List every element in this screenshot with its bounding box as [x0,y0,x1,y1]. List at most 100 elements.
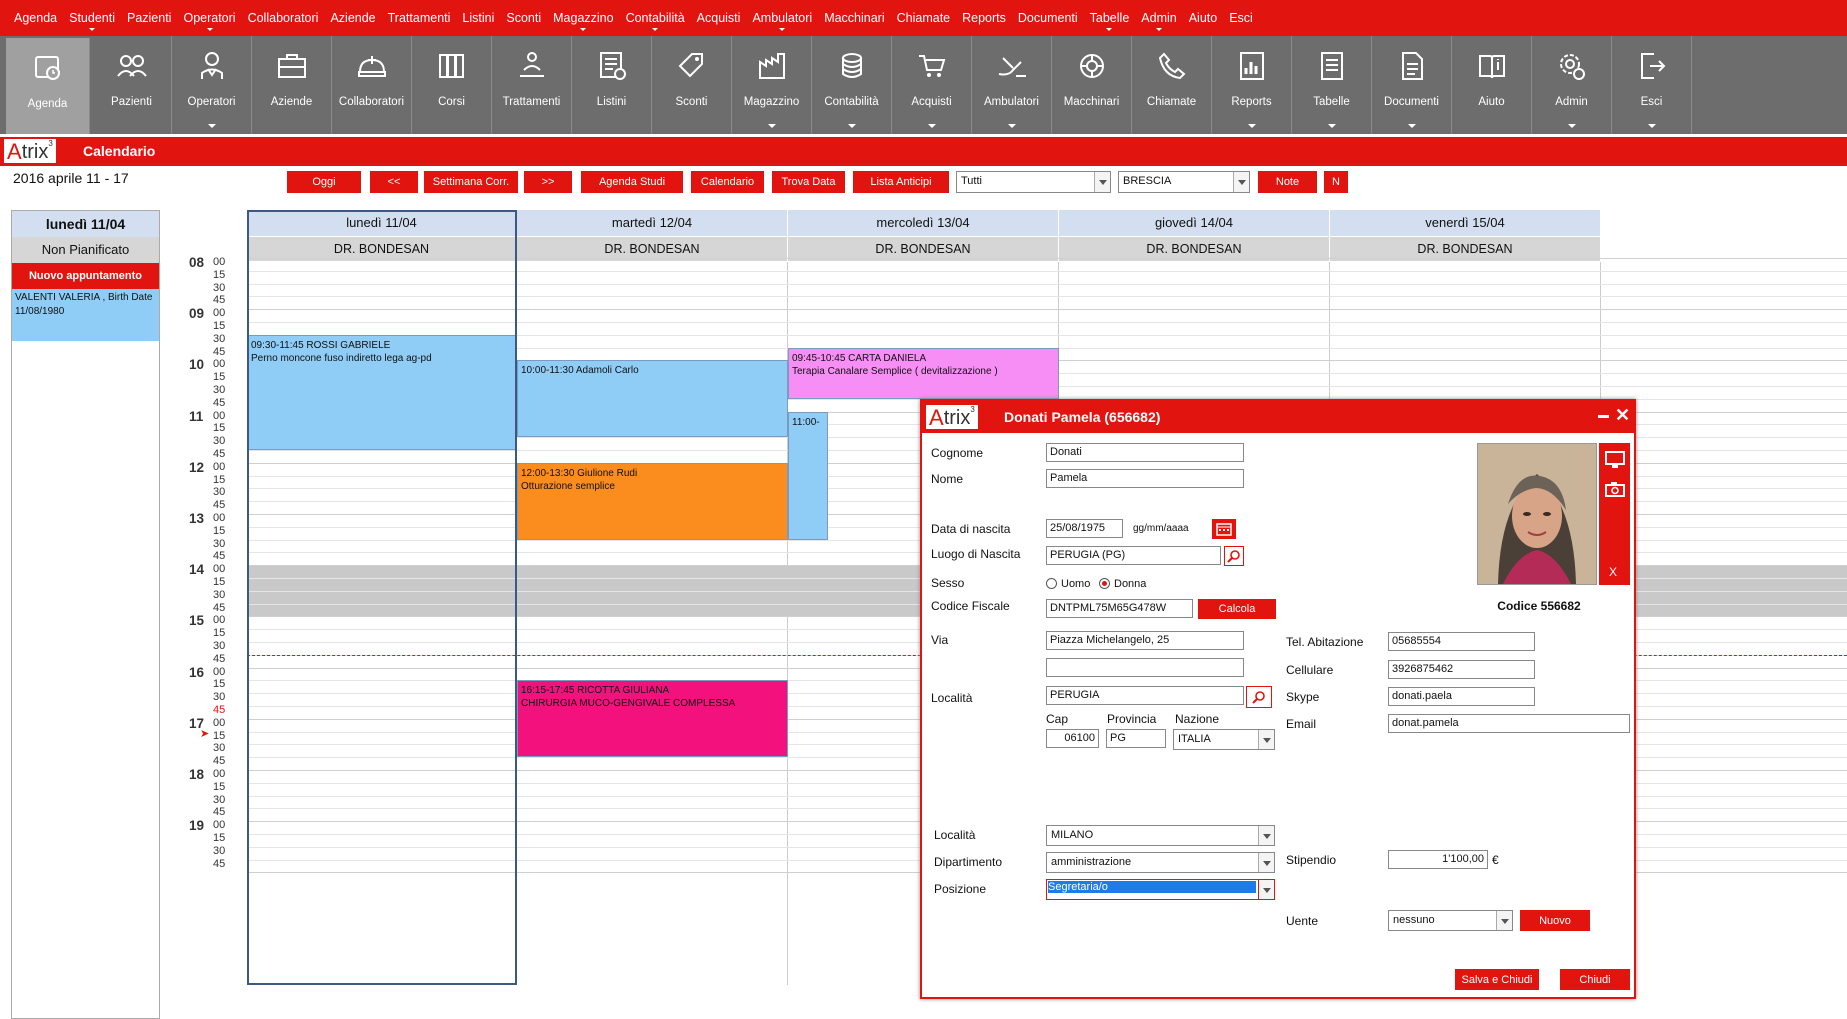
toolbar-sconti-button[interactable]: Sconti [652,36,732,134]
user-select[interactable]: nessuno [1388,910,1513,931]
appointment-block[interactable]: 09:45-10:45 CARTA DANIELA Terapia Canalar… [788,347,1059,399]
menu-item-9[interactable]: Magazzino [553,11,614,31]
toolbar-esci-button[interactable]: Esci [1612,36,1692,134]
notes-button[interactable]: Note [1258,171,1317,193]
menu-item-7[interactable]: Listini [462,11,494,25]
menu-item-6[interactable]: Trattamenti [388,11,451,25]
tax-code-input[interactable]: DNTPML75M65G478W [1046,599,1193,618]
birth-date-input[interactable]: 25/08/1975 [1046,519,1123,538]
mobile-input[interactable]: 3926875462 [1388,660,1535,679]
find-date-button[interactable]: Trova Data [772,171,845,193]
menu-item-5[interactable]: Aziende [330,11,375,25]
nation-select[interactable]: ITALIA [1173,729,1275,750]
camera-icon[interactable] [1605,481,1625,497]
toolbar-aiuto-button[interactable]: Aiuto [1452,36,1532,134]
toolbar-chiamate-button[interactable]: Chiamate [1132,36,1212,134]
agenda-studi-button[interactable]: Agenda Studi [581,171,683,193]
toolbar-pazienti-button[interactable]: Pazienti [92,36,172,134]
chevron-down-icon[interactable] [1233,172,1249,192]
chevron-down-icon[interactable] [1496,911,1512,930]
menu-item-0[interactable]: Agenda [14,11,57,25]
day-header[interactable]: mercoledì 13/04 [788,210,1059,236]
close-button[interactable]: Chiudi [1560,969,1630,990]
menu-item-3[interactable]: Operatori [183,11,236,31]
town-input[interactable]: PERUGIA [1046,686,1244,705]
birth-place-input[interactable]: PERUGIA (PG) [1046,546,1221,565]
minimize-icon[interactable] [1598,415,1609,418]
address-input-2[interactable] [1046,658,1244,677]
day-header[interactable]: venerdì 15/04 [1330,210,1601,236]
address-input-1[interactable]: Piazza Michelangelo, 25 [1046,631,1244,650]
close-icon[interactable]: ✕ [1615,405,1630,425]
unplanned-appointment[interactable]: VALENTI VALERIA , Birth Date 11/08/1980 [12,289,159,341]
sex-female-radio[interactable]: Donna [1099,578,1146,590]
day-header[interactable]: martedì 12/04 [517,210,788,236]
name-input[interactable]: Pamela [1046,469,1244,488]
home-phone-input[interactable]: 05685554 [1388,632,1535,651]
toolbar-collaboratori-button[interactable]: Collaboratori [332,36,412,134]
toolbar-listini-button[interactable]: Listini [572,36,652,134]
appointment-block[interactable]: 16:15-17:45 RICOTTA GIULIANA CHIRURGIA MU… [517,680,788,758]
menu-item-4[interactable]: Collaboratori [248,11,319,25]
toolbar-ambulatori-button[interactable]: Ambulatori [972,36,1052,134]
filter-select[interactable]: Tutti [956,171,1111,193]
menu-item-1[interactable]: Studenti [69,11,115,31]
chevron-down-icon[interactable] [1258,880,1274,899]
chevron-down-icon[interactable] [1258,730,1274,749]
chevron-down-icon[interactable] [1094,172,1110,192]
n-button[interactable]: N [1324,171,1348,193]
new-appointment-button[interactable]: Nuovo appuntamento [12,263,159,289]
today-button[interactable]: Oggi [287,171,361,193]
chevron-down-icon[interactable] [1258,826,1274,845]
prev-week-button[interactable]: << [370,171,418,193]
menu-item-11[interactable]: Acquisti [697,11,741,25]
department-select[interactable]: amministrazione [1046,852,1275,873]
menu-item-12[interactable]: Ambulatori [752,11,812,31]
skype-input[interactable]: donati.paela [1388,687,1535,706]
remove-photo-button[interactable]: X [1609,565,1617,579]
toolbar-operatori-button[interactable]: Operatori [172,36,252,134]
menu-item-17[interactable]: Tabelle [1090,11,1129,31]
calendar-button[interactable]: Calendario [691,171,764,193]
toolbar-documenti-button[interactable]: Documenti [1372,36,1452,134]
toolbar-reports-button[interactable]: Reports [1212,36,1292,134]
calendar-picker-button[interactable] [1212,519,1236,539]
menu-item-14[interactable]: Chiamate [897,11,951,25]
location-select[interactable]: BRESCIA [1118,171,1250,193]
appointment-block[interactable]: 10:00-11:30 Adamoli Carlo [517,360,788,438]
sex-male-radio[interactable]: Uomo [1046,578,1090,590]
current-week-button[interactable]: Settimana Corr. [424,171,518,193]
toolbar-contabilit-button[interactable]: Contabilità [812,36,892,134]
town-search-button[interactable] [1246,686,1272,708]
toolbar-trattamenti-button[interactable]: Trattamenti [492,36,572,134]
menu-item-16[interactable]: Documenti [1018,11,1078,25]
menu-item-20[interactable]: Esci [1229,11,1253,25]
toolbar-admin-button[interactable]: Admin [1532,36,1612,134]
advance-list-button[interactable]: Lista Anticipi [853,171,949,193]
calculate-button[interactable]: Calcola [1198,599,1276,619]
menu-item-8[interactable]: Sconti [506,11,541,25]
location-select[interactable]: MILANO [1046,825,1275,846]
monitor-icon[interactable] [1605,451,1625,469]
email-input[interactable]: donat.pamela [1388,714,1630,733]
next-week-button[interactable]: >> [524,171,572,193]
toolbar-aziende-button[interactable]: Aziende [252,36,332,134]
province-input[interactable]: PG [1106,729,1166,748]
menu-item-15[interactable]: Reports [962,11,1006,25]
chevron-down-icon[interactable] [1258,853,1274,872]
menu-item-19[interactable]: Aiuto [1189,11,1218,25]
day-header[interactable]: giovedì 14/04 [1059,210,1330,236]
menu-item-10[interactable]: Contabilità [626,11,685,31]
cap-input[interactable]: 06100 [1046,729,1099,748]
toolbar-tabelle-button[interactable]: Tabelle [1292,36,1372,134]
position-select[interactable]: Segretaria/o [1046,879,1275,900]
menu-item-18[interactable]: Admin [1141,11,1177,31]
menu-item-2[interactable]: Pazienti [127,11,171,25]
appointment-block[interactable]: 12:00-13:30 Giulione Rudi Otturazione sem… [517,462,788,540]
toolbar-macchinari-button[interactable]: Macchinari [1052,36,1132,134]
toolbar-acquisti-button[interactable]: Acquisti [892,36,972,134]
toolbar-agenda-button[interactable]: Agenda [6,38,90,134]
toolbar-corsi-button[interactable]: Corsi [412,36,492,134]
salary-input[interactable]: 1'100,00 [1388,850,1488,869]
menu-item-13[interactable]: Macchinari [824,11,884,25]
